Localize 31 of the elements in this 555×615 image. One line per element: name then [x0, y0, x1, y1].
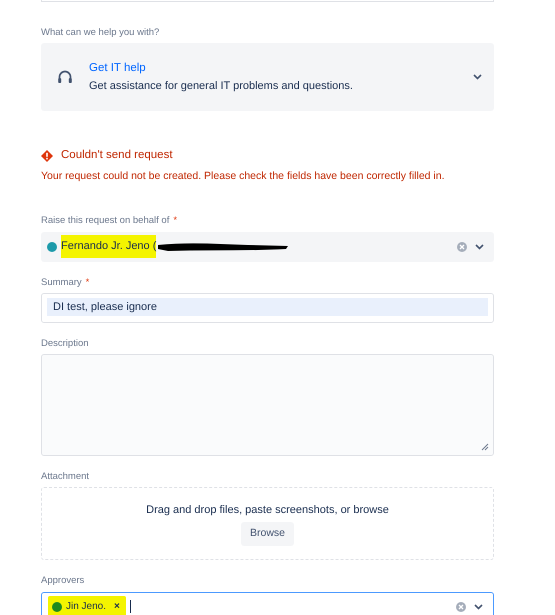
chevron-down-icon[interactable] [474, 604, 483, 610]
field-label: What can we help you with? [41, 26, 160, 40]
request-type-description: Get assistance for general IT problems and questions. [89, 78, 354, 94]
error-message: Your request could not be created. Please check the fields have been correctly filled in. [41, 168, 446, 184]
headset-icon [57, 69, 73, 86]
remove-chip-button[interactable]: × [114, 599, 120, 614]
drop-zone-hint: Drag and drop files, paste screenshots, or browse [146, 502, 389, 518]
field-label: Approvers [41, 574, 84, 588]
drop-zone[interactable]: Drag and drop files, paste screenshots, or browse Browse [41, 487, 494, 560]
field-value: DI test, please ignore [47, 298, 488, 316]
error-title: Couldn't send request [61, 148, 173, 164]
field-label: Summary [41, 276, 82, 290]
request-type-card[interactable]: Get IT help Get assistance for general IT problems and questions. [41, 43, 494, 112]
chevron-down-icon[interactable] [475, 244, 484, 250]
text-cursor [130, 600, 131, 613]
clear-icon[interactable] [457, 242, 467, 252]
required-mark: * [86, 276, 90, 290]
field-label: Raise this request on behalf of [41, 214, 170, 228]
resize-handle-icon[interactable] [481, 443, 489, 451]
description-field[interactable] [41, 354, 494, 456]
request-type-title: Get IT help [89, 61, 147, 76]
required-mark: * [173, 214, 178, 228]
clear-icon[interactable] [456, 602, 466, 612]
field-label: Description [41, 336, 89, 351]
field-label: Attachment [41, 470, 90, 484]
chevron-down-icon[interactable] [473, 74, 482, 80]
browse-button[interactable]: Browse [240, 522, 294, 546]
chip-label: Jin Jeno. [66, 600, 106, 614]
approvers-field[interactable]: Jin Jeno. × [41, 592, 494, 615]
summary-field[interactable]: DI test, please ignore [41, 292, 494, 323]
error-icon [41, 150, 53, 162]
